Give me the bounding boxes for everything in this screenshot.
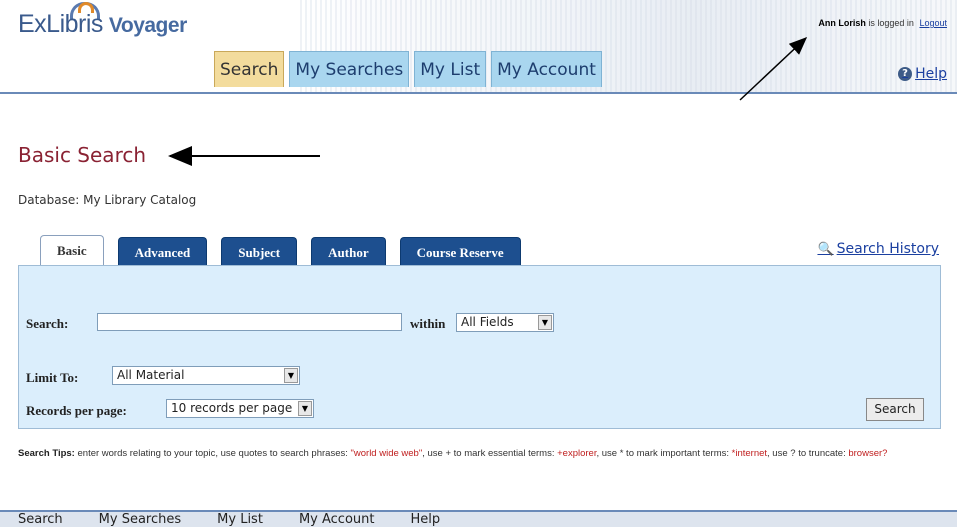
tab-author[interactable]: Author (311, 237, 386, 267)
limit-label: Limit To: (26, 370, 79, 385)
top-tab-my-account[interactable]: My Account (491, 51, 602, 87)
login-status-text: is logged in (868, 18, 914, 28)
login-status: Ann Lorish is logged in Logout (818, 18, 947, 28)
logout-link[interactable]: Logout (919, 18, 947, 28)
search-history-link[interactable]: 🔍 Search History (817, 241, 939, 257)
records-label: Records per page: (26, 403, 127, 418)
top-tab-my-list[interactable]: My List (414, 51, 487, 87)
tips-text-2: , use + to mark essential terms: (422, 448, 558, 459)
logo: ExLibris Voyager (18, 10, 187, 39)
top-tab-my-searches[interactable]: My Searches (289, 51, 410, 87)
search-panel (18, 265, 941, 429)
tips-example-truncate: browser? (848, 448, 888, 459)
footer-nav: Search My Searches My List My Account He… (0, 510, 957, 527)
chevron-down-icon[interactable]: ▼ (298, 401, 312, 416)
help-link[interactable]: ? Help (898, 66, 947, 82)
within-select-value: All Fields (461, 315, 514, 329)
limit-select[interactable]: All Material ▼ (112, 366, 300, 385)
top-nav-tabs: Search My Searches My List My Account (214, 51, 602, 87)
tips-example-essential: +explorer (557, 448, 597, 459)
header: ExLibris Voyager Search My Searches My Li… (0, 0, 957, 95)
chevron-down-icon[interactable]: ▼ (284, 368, 298, 383)
footer-link-my-searches[interactable]: My Searches (81, 512, 199, 527)
help-label[interactable]: Help (915, 66, 947, 82)
tab-advanced[interactable]: Advanced (117, 237, 208, 267)
tips-text-4: , use ? to truncate: (767, 448, 849, 459)
tab-course-reserve[interactable]: Course Reserve (399, 237, 521, 267)
search-tips: Search Tips: enter words relating to you… (18, 447, 943, 460)
logo-brand: ExLibris (18, 10, 103, 38)
within-select[interactable]: All Fields ▼ (456, 313, 554, 332)
footer-link-my-account[interactable]: My Account (281, 512, 393, 527)
tips-label: Search Tips: (18, 448, 75, 459)
tab-subject[interactable]: Subject (221, 237, 298, 267)
search-input[interactable] (97, 313, 402, 331)
footer-link-search[interactable]: Search (0, 512, 81, 527)
within-label: within (410, 316, 446, 331)
search-history-label[interactable]: Search History (837, 241, 939, 257)
top-tab-search[interactable]: Search (214, 51, 285, 87)
records-select[interactable]: 10 records per page ▼ (166, 399, 314, 418)
page-title: Basic Search (18, 143, 147, 167)
search-button[interactable]: Search (866, 398, 924, 421)
login-user: Ann Lorish (818, 18, 866, 28)
logo-product: Voyager (108, 14, 187, 37)
records-select-value: 10 records per page (171, 401, 293, 415)
tab-basic[interactable]: Basic (40, 235, 104, 267)
tips-example-phrase: "world wide web" (350, 448, 423, 459)
tips-example-important: *internet (731, 448, 768, 459)
help-icon[interactable]: ? (898, 67, 913, 81)
search-history-icon[interactable]: 🔍 (817, 242, 833, 257)
chevron-down-icon[interactable]: ▼ (538, 315, 552, 330)
footer-link-help[interactable]: Help (392, 512, 458, 527)
header-divider (0, 92, 957, 94)
search-tabs: Basic Advanced Subject Author Course Res… (40, 235, 521, 267)
tips-text-3: , use * to mark important terms: (596, 448, 732, 459)
limit-select-value: All Material (117, 368, 185, 382)
tips-text-1: enter words relating to your topic, use … (74, 448, 351, 459)
search-label: Search: (26, 316, 69, 331)
database-label: Database: My Library Catalog (18, 193, 197, 207)
footer-link-my-list[interactable]: My List (199, 512, 281, 527)
